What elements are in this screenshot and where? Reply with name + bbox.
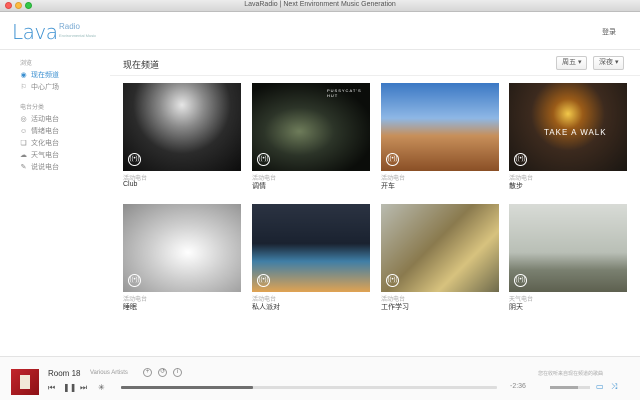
channel-name[interactable]: Club [123,181,137,188]
sidebar-item-label: 中心广场 [31,84,59,91]
sidebar: 浏览 ◉ 现在频道 ⚐ 中心广场 电台分类 ◎ 活动电台 ☺ 情绪电台 ❏ 文化电台 ☁ 天… [0,50,110,356]
add-icon[interactable]: + [143,368,152,377]
sidebar-item-weather[interactable]: ☁ 天气电台 [20,150,59,160]
login-link[interactable]: 登录 [602,27,616,37]
radio-play-icon[interactable]: ((•)) [386,153,399,166]
weather-icon: ☁ [20,151,27,159]
sidebar-item-plaza[interactable]: ⚐ 中心广场 [20,82,59,92]
next-icon[interactable]: ⏭ [80,383,87,393]
share-icon[interactable]: ↺ [158,368,167,377]
repeat-icon[interactable]: ▭ [596,382,604,391]
channel-card[interactable]: ((•)) 活动电台 私人派对 [252,204,370,311]
channel-name[interactable]: 工作学习 [381,302,409,312]
channel-thumbnail[interactable]: ((•)) [381,83,499,171]
page-title: 现在频道 [123,60,160,70]
culture-icon: ❏ [20,139,27,147]
sidebar-item-culture[interactable]: ❏ 文化电台 [20,138,59,148]
logo-sub: Radio [59,22,80,31]
thumbnail-overlay-text: PUSSYCAT'S HUT [327,88,362,98]
channel-thumbnail[interactable]: ((•)) [381,204,499,292]
activity-icon: ◎ [20,115,27,123]
channel-name[interactable]: 睡眠 [123,302,137,312]
player-status: 您在收听来自现在频道的歌曲 [538,371,604,377]
sidebar-item-label: 现在频道 [31,72,59,79]
album-art-inner [20,375,30,389]
volume-slider[interactable] [550,386,590,389]
channel-card[interactable]: ((•)) 活动电台 工作学习 [381,204,499,311]
channel-thumbnail[interactable]: PUSSYCAT'S HUT ((•)) [252,83,370,171]
sidebar-item-label: 活动电台 [31,116,59,123]
channel-name[interactable]: 开车 [381,181,395,191]
channel-thumbnail[interactable]: TAKE A WALK ((•)) [509,83,627,171]
sidebar-item-activity[interactable]: ◎ 活动电台 [20,114,59,124]
channel-card[interactable]: PUSSYCAT'S HUT ((•)) 活动电台 调情 [252,83,370,190]
divider [110,75,640,76]
title-bar: LavaRadio | Next Environment Music Gener… [0,0,640,12]
player-bar: Room 18 Various Artists + ↺ i ⏮ ❚❚ ⏭ ✳ -… [0,356,640,400]
sidebar-item-mood[interactable]: ☺ 情绪电台 [20,126,59,136]
channel-card[interactable]: ((•)) 活动电台 开车 [381,83,499,190]
sidebar-item-now-channel[interactable]: ◉ 现在频道 [20,70,59,80]
channel-thumbnail[interactable]: ((•)) [123,204,241,292]
radio-icon: ◉ [20,71,27,79]
sidebar-item-label: 说说电台 [31,164,59,171]
channel-name[interactable]: 散步 [509,181,523,191]
info-icon[interactable]: i [173,368,182,377]
radio-play-icon[interactable]: ((•)) [514,153,527,166]
radio-play-icon[interactable]: ((•)) [128,274,141,287]
channel-name[interactable]: 调情 [252,181,266,191]
album-art[interactable] [11,369,39,395]
flag-icon: ⚐ [20,83,27,91]
remaining-time: -2:36 [510,383,526,390]
radio-play-icon[interactable]: ((•)) [128,153,141,166]
track-title: Room 18 [48,369,81,378]
app-header: Lava Radio Environmental Music 登录 [0,12,640,50]
time-dropdown[interactable]: 深夜 ▾ [593,56,625,70]
mood-icon: ☺ [20,127,28,135]
volume-fill [550,386,578,389]
channel-card[interactable]: ((•)) 活动电台 睡眠 [123,204,241,311]
channel-thumbnail[interactable]: ((•)) [123,83,241,171]
sidebar-item-label: 文化电台 [31,140,59,147]
progress-fill [121,386,253,389]
sidebar-item-label: 天气电台 [31,152,59,159]
channel-name[interactable]: 阴天 [509,302,523,312]
main-content: 现在频道 周五 ▾ 深夜 ▾ ((•)) 活动电台 Club PUSSYCAT'S H… [110,50,640,356]
channel-thumbnail[interactable]: ((•)) [252,204,370,292]
sidebar-heading-categories: 电台分类 [20,105,45,111]
pause-icon[interactable]: ❚❚ [63,383,76,392]
progress-bar[interactable] [121,386,497,389]
thumbnail-overlay-text: TAKE A WALK [544,128,607,137]
track-artist: Various Artists [90,370,128,376]
radio-play-icon[interactable]: ((•)) [257,274,270,287]
channel-card[interactable]: ((•)) 活动电台 Club [123,83,241,188]
window-title: LavaRadio | Next Environment Music Gener… [244,1,396,8]
channel-thumbnail[interactable]: ((•)) [509,204,627,292]
logo-tagline: Environmental Music [59,33,97,38]
channel-name[interactable]: 私人派对 [252,302,280,312]
sidebar-item-talk[interactable]: ✎ 说说电台 [20,162,59,172]
radio-play-icon[interactable]: ((•)) [257,153,270,166]
channel-card[interactable]: ((•)) 天气电台 阴天 [509,204,627,311]
mode-icon[interactable]: ✳ [98,383,105,392]
radio-play-icon[interactable]: ((•)) [514,274,527,287]
logo[interactable]: Lava [12,20,58,44]
sidebar-item-label: 情绪电台 [31,128,59,135]
talk-icon: ✎ [20,163,27,171]
previous-icon[interactable]: ⏮ [48,383,55,393]
radio-play-icon[interactable]: ((•)) [386,274,399,287]
sidebar-heading-browse: 浏览 [20,61,33,67]
shuffle-icon[interactable]: ⤨ [611,382,617,392]
channel-card[interactable]: TAKE A WALK ((•)) 活动电台 散步 [509,83,627,190]
day-dropdown[interactable]: 周五 ▾ [556,56,588,70]
